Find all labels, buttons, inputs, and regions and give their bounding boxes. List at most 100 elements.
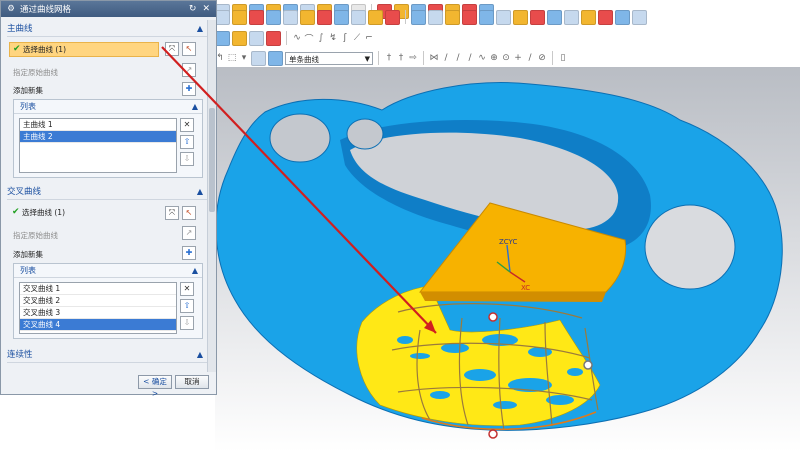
move-up-icon[interactable]: ⇧ bbox=[180, 135, 194, 149]
cross-select-curve-row[interactable]: ✔ 选择曲线 (1) bbox=[9, 207, 159, 220]
specify-origin-icon[interactable]: ↗ bbox=[182, 226, 196, 240]
check-icon: ✔ bbox=[12, 207, 20, 217]
cross-curves-header[interactable]: 交叉曲线 ▲ bbox=[7, 185, 207, 200]
snap-icon[interactable]: ⊘ bbox=[537, 53, 547, 63]
chevron-up-icon[interactable]: ▲ bbox=[197, 22, 203, 36]
list-item[interactable]: 交叉曲线 1 bbox=[20, 283, 176, 295]
tool-button[interactable] bbox=[615, 9, 630, 25]
move-down-icon[interactable]: ⇩ bbox=[180, 152, 194, 166]
snap-icon[interactable]: † bbox=[384, 53, 394, 63]
primary-select-curve-row[interactable]: ✔ 选择曲线 (1) bbox=[9, 42, 159, 57]
tool-button[interactable] bbox=[496, 9, 511, 25]
close-icon[interactable]: ✕ bbox=[202, 4, 210, 14]
curve-tool-icon[interactable]: ʃ bbox=[340, 33, 350, 43]
snap-icon[interactable]: + bbox=[513, 53, 523, 63]
tool-button[interactable] bbox=[300, 9, 315, 25]
reverse-direction-icon[interactable]: ⤧ bbox=[165, 206, 179, 220]
select-curve-icon[interactable]: ↖ bbox=[182, 206, 196, 220]
snap-icon[interactable]: † bbox=[396, 53, 406, 63]
primary-curve-list[interactable]: 主曲线 1 主曲线 2 bbox=[19, 118, 177, 173]
filter-icon[interactable] bbox=[268, 50, 283, 66]
dialog-titlebar[interactable]: ⚙ 通过曲线网格 ↻ ✕ bbox=[1, 1, 216, 17]
list-item[interactable]: 交叉曲线 2 bbox=[20, 295, 176, 307]
tool-button[interactable] bbox=[581, 9, 596, 25]
ok-button[interactable]: < 确定 > bbox=[138, 375, 172, 398]
gear-icon[interactable]: ⚙ bbox=[5, 4, 17, 14]
tool-button[interactable] bbox=[266, 9, 281, 25]
chevron-up-icon[interactable]: ▲ bbox=[192, 264, 198, 277]
tool-button[interactable] bbox=[368, 9, 383, 25]
list-item[interactable]: 交叉曲线 4 bbox=[20, 319, 176, 331]
tool-button[interactable] bbox=[249, 30, 264, 46]
snap-icon[interactable]: / bbox=[453, 53, 463, 63]
tool-button[interactable] bbox=[317, 9, 332, 25]
tool-button[interactable] bbox=[632, 9, 647, 25]
tool-button[interactable] bbox=[334, 9, 349, 25]
tool-button[interactable] bbox=[428, 9, 443, 25]
tool-button[interactable] bbox=[215, 9, 230, 25]
toolbar-separator bbox=[405, 10, 406, 24]
chevron-down-icon[interactable]: ▾ bbox=[239, 53, 249, 63]
curve-tool-icon[interactable]: ⌐ bbox=[364, 33, 374, 43]
snap-icon[interactable]: ∿ bbox=[477, 53, 487, 63]
list-item[interactable]: 交叉曲线 3 bbox=[20, 307, 176, 319]
filter-icon[interactable] bbox=[251, 50, 266, 66]
tool-button[interactable] bbox=[530, 9, 545, 25]
curve-handle[interactable] bbox=[488, 312, 498, 322]
snap-icon[interactable]: ▯ bbox=[558, 53, 568, 63]
tool-button[interactable] bbox=[232, 30, 247, 46]
snap-icon[interactable]: ⋈ bbox=[429, 53, 439, 63]
curve-tool-icon[interactable]: ∫ bbox=[316, 33, 326, 43]
tool-button[interactable] bbox=[598, 9, 613, 25]
toolbar-row-3: ∿ ⌒ ∫ ↯ ʃ ⟋ ⌐ bbox=[215, 27, 374, 49]
refresh-icon[interactable]: ↻ bbox=[189, 4, 197, 14]
tool-button[interactable] bbox=[462, 9, 477, 25]
snap-icon[interactable]: ⊕ bbox=[489, 53, 499, 63]
move-down-icon[interactable]: ⇩ bbox=[180, 316, 194, 330]
add-set-icon[interactable]: ✚ bbox=[182, 246, 196, 260]
chevron-up-icon[interactable]: ▲ bbox=[197, 185, 203, 199]
curve-tool-icon[interactable]: ⟋ bbox=[352, 33, 362, 43]
curve-handle[interactable] bbox=[488, 429, 498, 439]
curve-handle[interactable] bbox=[583, 360, 593, 370]
wcs-plane-edge bbox=[420, 292, 606, 302]
cross-list-header[interactable]: 列表 ▲ bbox=[14, 264, 202, 278]
tool-button[interactable] bbox=[513, 9, 528, 25]
snap-icon[interactable]: ⇨ bbox=[408, 53, 418, 63]
tool-button[interactable] bbox=[479, 9, 494, 25]
graphics-window[interactable]: ZCYC XC bbox=[215, 67, 800, 452]
delete-icon[interactable]: ✕ bbox=[180, 118, 194, 132]
curve-tool-icon[interactable]: ⌒ bbox=[304, 32, 314, 45]
tool-button[interactable] bbox=[215, 30, 230, 46]
snap-icon[interactable]: ⊙ bbox=[501, 53, 511, 63]
tool-button[interactable] bbox=[266, 30, 281, 46]
selection-bar: ↰ ⬚ ▾ 单条曲线 ▼ † † ⇨ ⋈ / / ∕ ∿ ⊕ ⊙ + / ⊘ ▯ bbox=[215, 49, 568, 67]
tool-button[interactable] bbox=[547, 9, 562, 25]
curve-rule-dropdown[interactable]: 单条曲线 ▼ bbox=[285, 51, 373, 65]
tool-button[interactable] bbox=[411, 9, 426, 25]
continuity-header[interactable]: 连续性 ▲ bbox=[7, 348, 207, 363]
list-item[interactable]: 主曲线 2 bbox=[20, 131, 176, 143]
chevron-up-icon[interactable]: ▲ bbox=[197, 348, 203, 362]
tool-button[interactable] bbox=[351, 9, 366, 25]
cross-curve-list[interactable]: 交叉曲线 1 交叉曲线 2 交叉曲线 3 交叉曲线 4 bbox=[19, 282, 177, 334]
move-up-icon[interactable]: ⇧ bbox=[180, 299, 194, 313]
snap-icon[interactable]: / bbox=[441, 53, 451, 63]
tool-button[interactable] bbox=[385, 9, 400, 25]
axis-label-xc: XC bbox=[521, 284, 530, 292]
primary-curves-header[interactable]: 主曲线 ▲ bbox=[7, 22, 207, 37]
snap-icon[interactable]: ∕ bbox=[465, 53, 475, 63]
tool-button[interactable] bbox=[564, 9, 579, 25]
snap-icon[interactable]: / bbox=[525, 53, 535, 63]
curve-tool-icon[interactable]: ↯ bbox=[328, 33, 338, 43]
scrollbar-thumb[interactable] bbox=[209, 108, 215, 212]
tool-button[interactable] bbox=[283, 9, 298, 25]
cancel-button[interactable]: 取消 bbox=[175, 375, 209, 389]
tool-button[interactable] bbox=[232, 9, 247, 25]
curve-tool-icon[interactable]: ∿ bbox=[292, 33, 302, 43]
tool-button[interactable] bbox=[445, 9, 460, 25]
delete-icon[interactable]: ✕ bbox=[180, 282, 194, 296]
list-item[interactable]: 主曲线 1 bbox=[20, 119, 176, 131]
tool-button[interactable] bbox=[249, 9, 264, 25]
select-box-icon[interactable]: ⬚ bbox=[227, 53, 237, 63]
